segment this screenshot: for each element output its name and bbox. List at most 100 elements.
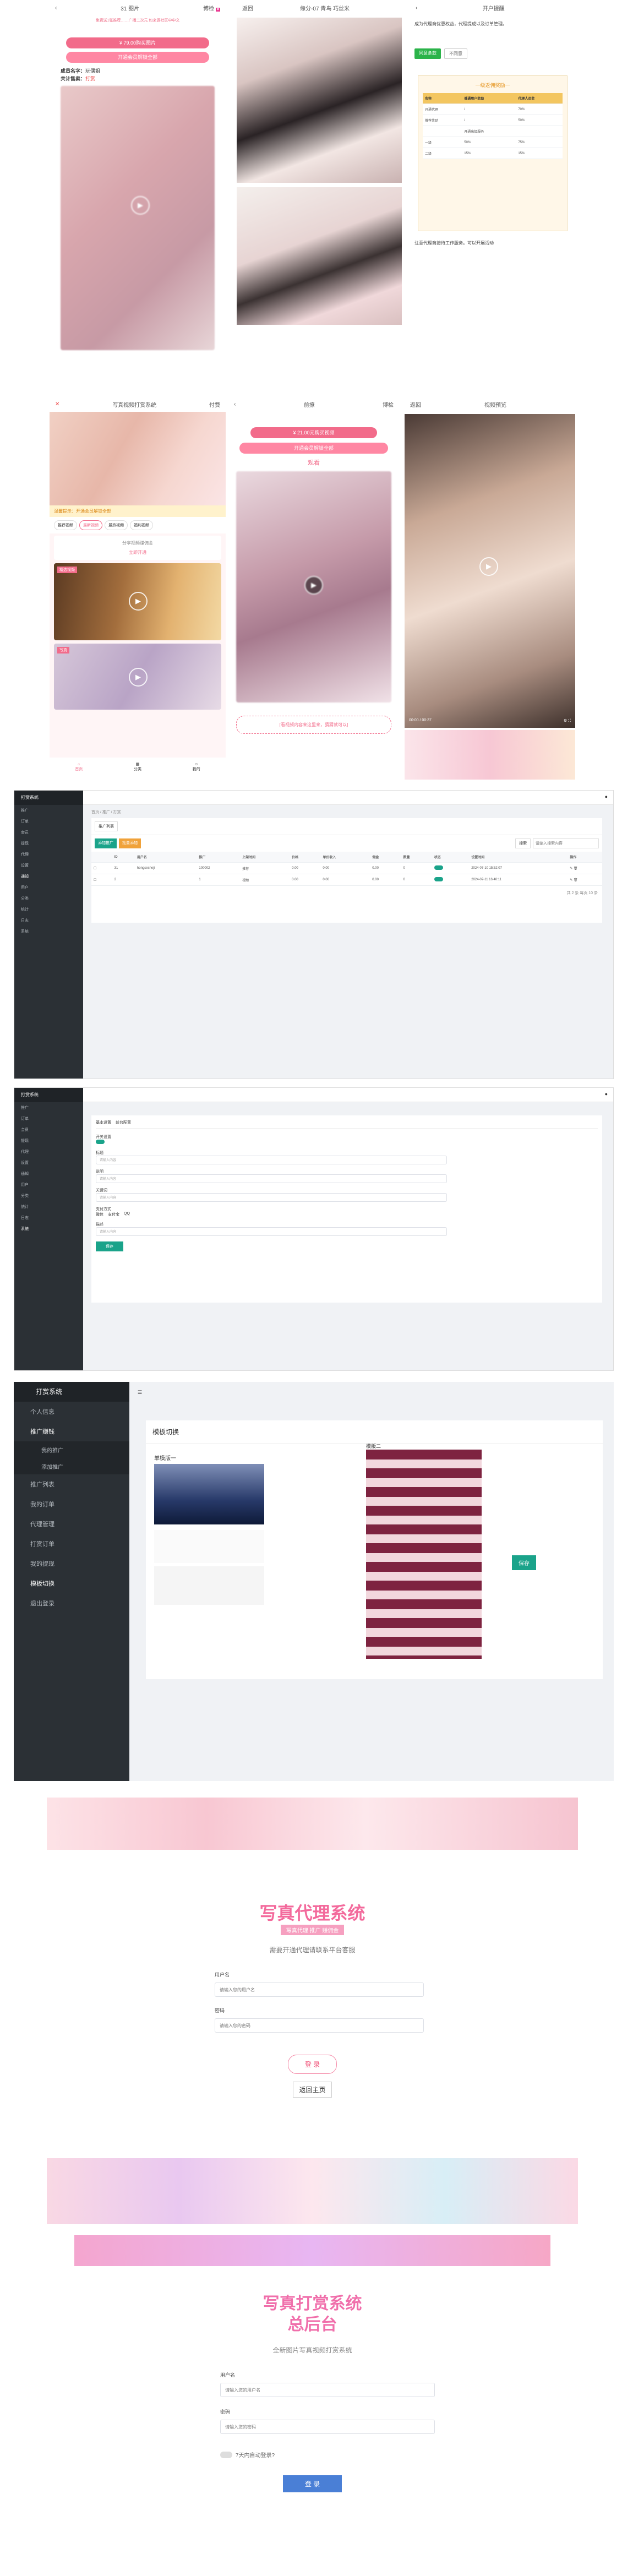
menu-item[interactable]: 统计	[14, 904, 83, 915]
back-icon[interactable]: ‹	[416, 5, 417, 11]
buy-button[interactable]: ¥ 21.00元购买视频	[250, 427, 377, 438]
edit-icon[interactable]: ✎ 🗑	[568, 862, 602, 874]
menu-item[interactable]: 分类	[14, 893, 83, 904]
back-icon[interactable]: ‹	[55, 5, 57, 11]
menu-item[interactable]: 设置	[14, 1157, 83, 1168]
menu-item[interactable]: 会员	[14, 827, 83, 838]
blurred-video[interactable]: ▶	[236, 471, 391, 702]
back-button[interactable]: 返回	[410, 400, 421, 409]
desc-field[interactable]: 请输入内容	[96, 1174, 448, 1183]
menu-toggle-icon[interactable]: ≡	[138, 1387, 142, 1396]
pay-option[interactable]: QQ	[124, 1212, 130, 1217]
search-button[interactable]: 搜索	[515, 838, 531, 848]
username-input[interactable]	[215, 1983, 424, 1997]
menu-item[interactable]: 系统	[14, 926, 83, 937]
tab-welfare[interactable]: 福利视频	[130, 520, 153, 530]
tab-front[interactable]: 前台配置	[116, 1120, 131, 1125]
save-button[interactable]: 保存	[512, 1555, 536, 1570]
username-input[interactable]	[220, 2383, 435, 2397]
back-button[interactable]: 返回	[242, 4, 253, 12]
video-card[interactable]: 精选视频 ▶	[54, 563, 221, 640]
menu-item[interactable]: 系统	[14, 1223, 83, 1234]
meta-field[interactable]: 请输入内容	[96, 1227, 448, 1236]
avatar[interactable]: ●	[605, 1091, 608, 1097]
menu-item[interactable]: 提现	[14, 838, 83, 849]
vip-button[interactable]: 开通会员解锁全部	[66, 52, 209, 63]
close-icon[interactable]: ✕	[55, 401, 59, 407]
tab-list[interactable]: 推广列表	[95, 821, 118, 831]
menu-item[interactable]: 会员	[14, 1124, 83, 1135]
pay-option[interactable]: 微信	[96, 1212, 103, 1217]
nav-mine[interactable]: ☺ 我的	[193, 763, 200, 772]
menu-item[interactable]: 代理	[14, 1146, 83, 1157]
tab-latest[interactable]: 最新视频	[79, 520, 102, 530]
password-input[interactable]	[220, 2420, 435, 2434]
menu-item[interactable]: 个人信息	[14, 1402, 129, 1422]
menu-item[interactable]: 打赏订单	[14, 1534, 129, 1554]
tab-recommend[interactable]: 推荐视频	[54, 520, 77, 530]
batch-button[interactable]: 批量添加	[119, 838, 141, 848]
menu-item[interactable]: 推广列表	[14, 1474, 129, 1494]
menu-item[interactable]: 模板切换	[14, 1573, 129, 1593]
vip-button[interactable]: 开通会员解锁全部	[239, 443, 388, 454]
menu-item[interactable]: 退出登录	[14, 1593, 129, 1613]
table-row[interactable]: ☐ 31 hongsesheji 100002 推荐 0.00 0.00 0.00 0 2024-…	[91, 862, 602, 874]
nav-home[interactable]: ⌂ 首页	[75, 763, 83, 772]
menu-item[interactable]: 用户	[14, 882, 83, 893]
vip-link[interactable]: 立即开通	[58, 549, 217, 555]
menu-item[interactable]: 设置	[14, 860, 83, 871]
template-1[interactable]: 单模版一	[154, 1453, 264, 1605]
fullscreen-icon[interactable]: ⚙ ⛶	[564, 718, 571, 723]
menu-item[interactable]: 我的推广	[14, 1441, 129, 1458]
table-row[interactable]: ☐ 2 1 视频 0.00 0.00 0.00 0 2024-07-11 16:40:11 ✎ 🗑	[91, 874, 602, 886]
nav-category[interactable]: ▦ 分类	[134, 762, 141, 772]
title-field[interactable]: 请输入内容	[96, 1156, 448, 1164]
add-button[interactable]: 添加推广	[95, 838, 117, 848]
video-player[interactable]: ▶ 00:00 / 00:37 ⚙ ⛶	[405, 414, 575, 728]
password-input[interactable]	[215, 2018, 424, 2033]
reject-button[interactable]: 不同意	[444, 48, 467, 59]
menu-item[interactable]: 订单	[14, 1113, 83, 1124]
menu-item[interactable]: 用户	[14, 1179, 83, 1190]
play-icon[interactable]: ▶	[479, 557, 498, 576]
play-icon[interactable]: ▶	[129, 592, 148, 611]
login-button[interactable]: 登 录	[287, 2055, 337, 2074]
play-icon[interactable]: ▶	[129, 668, 148, 687]
login-button[interactable]: 登 录	[282, 2475, 342, 2492]
edit-icon[interactable]: ✎ 🗑	[568, 874, 602, 886]
menu-item[interactable]: 分类	[14, 1190, 83, 1201]
menu-item[interactable]: 推广赚钱	[14, 1422, 129, 1441]
avatar[interactable]: ●	[605, 794, 608, 799]
status-toggle[interactable]	[434, 877, 443, 881]
template-2[interactable]: 模版二	[366, 1442, 482, 1659]
menu-item[interactable]: 日志	[14, 1212, 83, 1223]
buy-button[interactable]: ¥ 79.00购买图片	[66, 37, 209, 48]
menu-item[interactable]: 代理	[14, 849, 83, 860]
site-toggle[interactable]	[96, 1140, 105, 1144]
menu-item[interactable]: 统计	[14, 1201, 83, 1212]
keywords-field[interactable]: 请输入内容	[96, 1193, 448, 1202]
menu-item[interactable]: 代理管理	[14, 1514, 129, 1534]
pay-option[interactable]: 支付宝	[108, 1212, 119, 1217]
menu-item[interactable]: 提现	[14, 1135, 83, 1146]
video-card[interactable]: 写真 ▶	[54, 644, 221, 710]
home-link[interactable]: 返回主页	[293, 2082, 332, 2098]
play-icon[interactable]: ▶	[131, 196, 150, 215]
menu-item[interactable]: 推广	[14, 805, 83, 816]
save-button[interactable]: 保存	[96, 1241, 123, 1251]
menu-item[interactable]: 日志	[14, 915, 83, 926]
play-icon[interactable]: ▶	[304, 576, 323, 595]
status-toggle[interactable]	[434, 865, 443, 870]
back-icon[interactable]: ‹	[234, 401, 236, 407]
search-input[interactable]	[533, 838, 599, 848]
tab-basic[interactable]: 基本设置	[96, 1120, 111, 1125]
confirm-button[interactable]: 同意条款	[414, 48, 441, 59]
menu-item[interactable]: 我的提现	[14, 1554, 129, 1573]
menu-item[interactable]: 添加推广	[14, 1458, 129, 1474]
menu-item[interactable]: 订单	[14, 816, 83, 827]
menu-item[interactable]: 通知	[14, 871, 83, 882]
menu-item[interactable]: 推广	[14, 1102, 83, 1113]
remember-toggle[interactable]	[220, 2451, 232, 2458]
menu-item[interactable]: 我的订单	[14, 1494, 129, 1514]
menu-item[interactable]: 通知	[14, 1168, 83, 1179]
